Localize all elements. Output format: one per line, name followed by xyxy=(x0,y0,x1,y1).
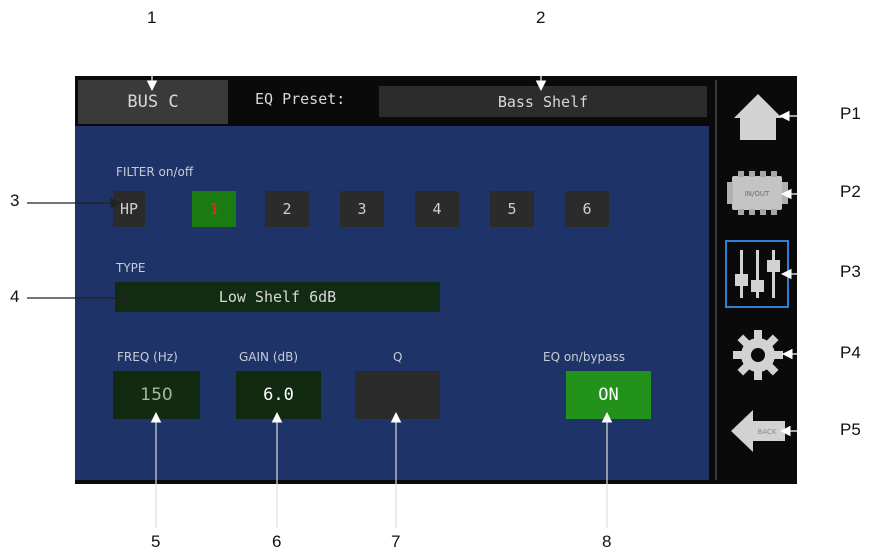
filter-5-button[interactable]: 5 xyxy=(490,191,534,227)
home-button[interactable] xyxy=(724,84,792,148)
io-module-icon: IN/OUT xyxy=(727,171,788,215)
filter-label: FILTER on/off xyxy=(116,165,194,179)
back-arrow-icon: BACK xyxy=(731,410,785,452)
filter-6-button[interactable]: 6 xyxy=(565,191,609,227)
callout-6: 6 xyxy=(272,532,282,551)
callout-1: 1 xyxy=(147,8,157,27)
freq-label: FREQ (Hz) xyxy=(117,350,178,364)
callout-4: 4 xyxy=(10,287,20,306)
back-button[interactable]: BACK xyxy=(724,398,792,464)
faders-icon xyxy=(735,250,780,298)
filter-4-button[interactable]: 4 xyxy=(415,191,459,227)
callout-3: 3 xyxy=(10,191,20,210)
back-icon-text: BACK xyxy=(758,428,777,436)
home-icon xyxy=(734,94,782,140)
callout-8: 8 xyxy=(602,532,612,551)
eq-button[interactable] xyxy=(725,240,789,308)
filter-2-button[interactable]: 2 xyxy=(265,191,309,227)
gain-field[interactable]: 6.0 xyxy=(236,371,321,419)
callout-p2: P2 xyxy=(840,182,861,201)
q-label: Q xyxy=(393,350,403,364)
settings-button[interactable] xyxy=(724,322,792,388)
preset-value[interactable]: Bass Shelf xyxy=(379,86,707,117)
callout-p5: P5 xyxy=(840,420,861,439)
filter-hp-button[interactable]: HP xyxy=(113,191,145,227)
callout-p4: P4 xyxy=(840,343,861,362)
callout-5: 5 xyxy=(151,532,161,551)
io-icon-text: IN/OUT xyxy=(745,190,770,198)
filter-1-button[interactable]: 1 xyxy=(192,191,236,227)
filter-3-button[interactable]: 3 xyxy=(340,191,384,227)
eq-bypass-toggle[interactable]: ON xyxy=(566,371,651,419)
callout-7: 7 xyxy=(391,532,401,551)
gear-icon xyxy=(733,330,783,380)
preset-label: EQ Preset: xyxy=(255,90,346,108)
type-selector[interactable]: Low Shelf 6dB xyxy=(115,282,440,312)
io-button[interactable]: IN/OUT xyxy=(724,160,792,226)
eq-bypass-label: EQ on/bypass xyxy=(543,350,626,364)
type-label: TYPE xyxy=(116,261,146,275)
sidebar-divider xyxy=(715,80,717,480)
callout-p3: P3 xyxy=(840,262,861,281)
bus-label[interactable]: BUS C xyxy=(78,80,228,124)
gain-label: GAIN (dB) xyxy=(239,350,299,364)
q-field[interactable] xyxy=(355,371,440,419)
freq-field[interactable]: 150 xyxy=(113,371,200,419)
callout-p1: P1 xyxy=(840,104,861,123)
callout-2: 2 xyxy=(536,8,546,27)
